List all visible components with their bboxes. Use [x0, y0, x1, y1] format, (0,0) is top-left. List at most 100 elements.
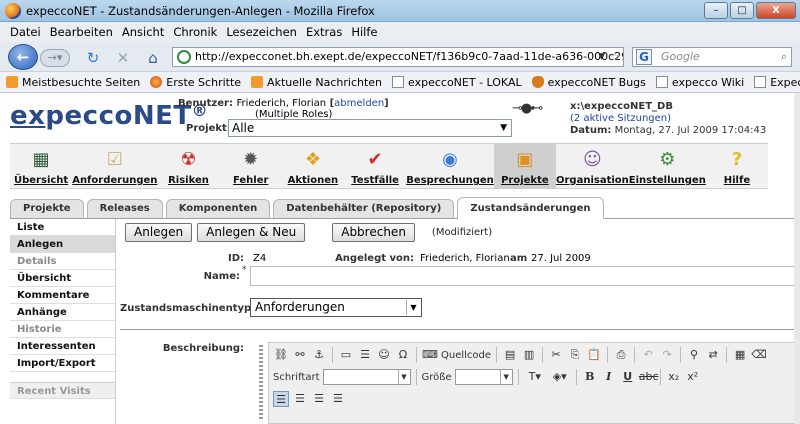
- cut-icon[interactable]: ✂: [548, 347, 564, 363]
- image-icon[interactable]: ▭: [338, 347, 354, 363]
- sidenav-separator: [10, 372, 115, 382]
- menu-ansicht[interactable]: Ansicht: [122, 25, 164, 39]
- bookmark-lokal[interactable]: expeccoNET - LOKAL: [392, 76, 522, 89]
- source-button-label[interactable]: Quellcode: [441, 350, 491, 361]
- module-organisation[interactable]: ☺ Organisation: [556, 144, 629, 188]
- bookmark-nachrichten[interactable]: Aktuelle Nachrichten: [251, 76, 382, 89]
- reload-icon[interactable]: ↻: [84, 49, 102, 67]
- replace-icon[interactable]: ⇄: [705, 347, 721, 363]
- bookmark-erste-schritte[interactable]: Erste Schritte: [150, 76, 241, 89]
- menu-extras[interactable]: Extras: [306, 25, 342, 39]
- menu-bearbeiten[interactable]: Bearbeiten: [50, 25, 113, 39]
- forward-button[interactable]: →▾: [40, 49, 70, 67]
- url-bar[interactable]: http://expecconet.bh.exept.de/expeccoNET…: [172, 47, 624, 67]
- superscript-icon[interactable]: x²: [685, 369, 701, 385]
- sidenav-item[interactable]: Liste: [10, 219, 115, 236]
- anchor-icon[interactable]: ⚓: [311, 347, 327, 363]
- module-projekte[interactable]: ▣ Projekte: [493, 144, 556, 188]
- name-input[interactable]: [250, 266, 800, 286]
- menu-datei[interactable]: Datei: [10, 25, 41, 39]
- bookmark-meistbesuchte[interactable]: Meistbesuchte Seiten: [6, 76, 140, 89]
- undo-icon[interactable]: ↶: [640, 347, 656, 363]
- print-icon[interactable]: ⎙: [613, 347, 629, 363]
- tab-2[interactable]: Komponenten: [165, 199, 271, 218]
- sidenav-item[interactable]: Anhänge: [10, 304, 115, 321]
- maximize-button[interactable]: □: [730, 2, 754, 19]
- module-risiken[interactable]: ☢ Risiken: [157, 144, 219, 188]
- module-label: Organisation: [555, 175, 629, 186]
- paste-icon[interactable]: 📋: [586, 347, 602, 363]
- link-icon[interactable]: ⛓: [273, 347, 289, 363]
- module-übersicht[interactable]: ▦ Übersicht: [10, 144, 72, 188]
- smiley-icon[interactable]: ☺: [376, 347, 392, 363]
- sidenav-item[interactable]: Interessenten: [10, 338, 115, 355]
- google-icon[interactable]: G: [636, 49, 652, 65]
- project-select[interactable]: Alle ▼: [228, 119, 512, 137]
- align-center-icon[interactable]: ☰: [292, 391, 308, 407]
- search-icon[interactable]: ⌕: [781, 48, 787, 66]
- module-testfälle[interactable]: ✔ Testfälle: [344, 144, 406, 188]
- italic-icon[interactable]: I: [601, 369, 617, 385]
- bookmark-wiki[interactable]: expecco Wiki: [655, 76, 744, 89]
- background-color-icon[interactable]: ◈▾: [549, 369, 571, 385]
- sidenav-item[interactable]: Kommentare: [10, 287, 115, 304]
- stop-icon[interactable]: ✕: [114, 49, 132, 67]
- find-icon[interactable]: ⚲: [686, 347, 702, 363]
- bookmark-star-icon[interactable]: ☆: [609, 48, 620, 66]
- cancel-button[interactable]: Abbrechen: [332, 223, 415, 242]
- back-button[interactable]: ←: [8, 44, 38, 70]
- logout-link[interactable]: abmelden: [334, 98, 384, 109]
- tab-4[interactable]: Zustandsänderungen: [457, 197, 604, 219]
- sidenav-item[interactable]: Übersicht: [10, 270, 115, 287]
- create-button[interactable]: Anlegen: [125, 223, 193, 242]
- search-input[interactable]: G Google ⌕: [632, 47, 792, 67]
- url-dropdown-icon[interactable]: ▼: [598, 48, 605, 66]
- font-select[interactable]: ▼: [322, 369, 411, 385]
- source-icon[interactable]: ⌨: [422, 347, 438, 363]
- special-char-icon[interactable]: Ω: [395, 347, 411, 363]
- menu-lesezeichen[interactable]: Lesezeichen: [226, 25, 297, 39]
- unlink-icon[interactable]: ⚯: [292, 347, 308, 363]
- tab-3[interactable]: Datenbehälter (Repository): [273, 199, 455, 218]
- align-right-icon[interactable]: ☰: [311, 391, 327, 407]
- sidenav-item[interactable]: Anlegen: [10, 236, 115, 253]
- state-machine-type-select[interactable]: Anforderungen ▼: [250, 298, 422, 317]
- module-anforderungen[interactable]: ☑ Anforderungen: [72, 144, 157, 188]
- subscript-icon[interactable]: x₂: [666, 369, 682, 385]
- size-select[interactable]: ▼: [454, 369, 513, 385]
- home-icon[interactable]: ⌂: [144, 49, 162, 67]
- redo-icon[interactable]: ↷: [659, 347, 675, 363]
- module-einstellungen[interactable]: ⚙ Einstellungen: [629, 144, 706, 188]
- minimize-button[interactable]: –: [704, 2, 728, 19]
- text-color-icon[interactable]: T▾: [524, 369, 546, 385]
- module-besprechungen[interactable]: ◉ Besprechungen: [406, 144, 494, 188]
- create-and-new-button[interactable]: Anlegen & Neu: [197, 223, 306, 242]
- window-title: expeccoNET - Zustandsänderungen-Anlegen …: [26, 4, 375, 18]
- page-scrollbar[interactable]: [794, 93, 800, 424]
- bookmark-walkthrough[interactable]: ExpeccoNET Walkthro...: [754, 76, 800, 89]
- close-window-button[interactable]: X: [756, 2, 796, 19]
- menu-hilfe[interactable]: Hilfe: [351, 25, 377, 39]
- active-sessions-link[interactable]: (2 aktive Sitzungen): [570, 113, 671, 124]
- module-aktionen[interactable]: ❖ Aktionen: [282, 144, 344, 188]
- template-icon[interactable]: ▥: [521, 347, 537, 363]
- bold-icon[interactable]: B: [582, 369, 598, 385]
- sidenav-item[interactable]: Recent Visits: [10, 382, 115, 399]
- horizontal-rule-icon[interactable]: ☰: [357, 347, 373, 363]
- toolbar-grip-handle[interactable]: [259, 345, 263, 421]
- bookmark-bugs[interactable]: expeccoNET Bugs: [531, 76, 646, 89]
- tab-1[interactable]: Releases: [86, 199, 163, 218]
- preview-icon[interactable]: ▤: [502, 347, 518, 363]
- module-hilfe[interactable]: ? Hilfe: [706, 144, 768, 188]
- underline-icon[interactable]: U: [620, 369, 636, 385]
- menu-chronik[interactable]: Chronik: [173, 25, 217, 39]
- copy-icon[interactable]: ⎘: [567, 347, 583, 363]
- module-fehler[interactable]: ✹ Fehler: [220, 144, 282, 188]
- tab-0[interactable]: Projekte: [10, 199, 84, 218]
- align-left-icon[interactable]: ☰: [273, 391, 289, 407]
- remove-format-icon[interactable]: ⌫: [751, 347, 767, 363]
- sidenav-item[interactable]: Import/Export: [10, 355, 115, 372]
- strikethrough-icon[interactable]: abc: [639, 369, 659, 385]
- align-justify-icon[interactable]: ☰: [330, 391, 346, 407]
- select-all-icon[interactable]: ▦: [732, 347, 748, 363]
